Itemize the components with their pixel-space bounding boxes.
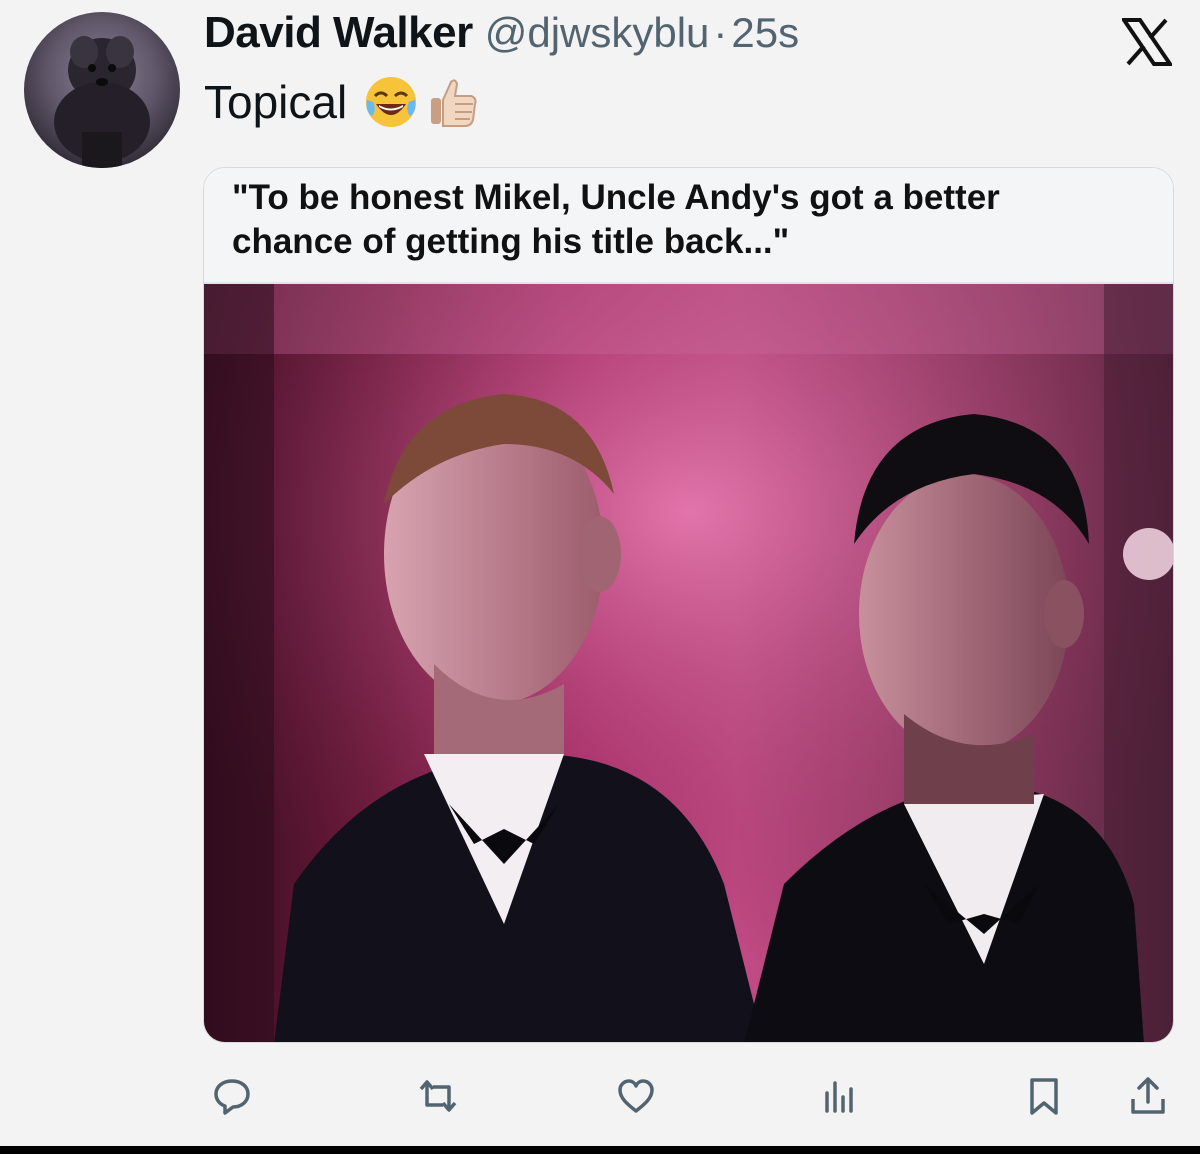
display-name[interactable]: David Walker xyxy=(204,8,473,58)
tweet-text: Topical xyxy=(204,74,481,130)
views-icon xyxy=(825,1081,853,1113)
caption-line-1: "To be honest Mikel, Uncle Andy's got a … xyxy=(232,178,1000,217)
action-bar xyxy=(0,1070,1200,1130)
photo[interactable] xyxy=(204,284,1173,1042)
bookmark-icon xyxy=(1030,1078,1058,1115)
dog-avatar-image xyxy=(54,36,150,168)
retweet-button[interactable] xyxy=(412,1070,464,1122)
avatar[interactable] xyxy=(24,12,180,168)
bottom-divider xyxy=(0,1146,1200,1154)
x-logo-icon xyxy=(1122,18,1172,66)
like-icon xyxy=(618,1079,654,1113)
reply-button[interactable] xyxy=(206,1070,258,1122)
laughing-emoji-icon xyxy=(366,77,417,127)
tweet-header: David Walker @djwskyblu · 25s xyxy=(204,8,799,58)
reply-icon xyxy=(214,1079,250,1115)
retweet-icon xyxy=(419,1080,457,1112)
thumbs-up-emoji-icon xyxy=(431,79,477,127)
share-button[interactable] xyxy=(1122,1070,1174,1122)
tweet-body: Topical xyxy=(204,76,348,128)
separator-dot: · xyxy=(713,9,728,56)
user-handle[interactable]: @djwskyblu xyxy=(485,9,710,57)
bookmark-button[interactable] xyxy=(1018,1070,1070,1122)
image-caption: "To be honest Mikel, Uncle Andy's got a … xyxy=(204,168,1173,284)
tweet-screenshot: David Walker @djwskyblu · 25s Topical "T… xyxy=(0,0,1200,1154)
share-icon xyxy=(1131,1077,1165,1114)
views-button[interactable] xyxy=(814,1070,866,1122)
photo-illustration xyxy=(204,284,1173,1042)
caption-line-2: chance of getting his title back..." xyxy=(232,222,790,261)
media-card[interactable]: "To be honest Mikel, Uncle Andy's got a … xyxy=(203,167,1174,1043)
timestamp[interactable]: 25s xyxy=(731,9,799,57)
like-button[interactable] xyxy=(610,1070,662,1122)
